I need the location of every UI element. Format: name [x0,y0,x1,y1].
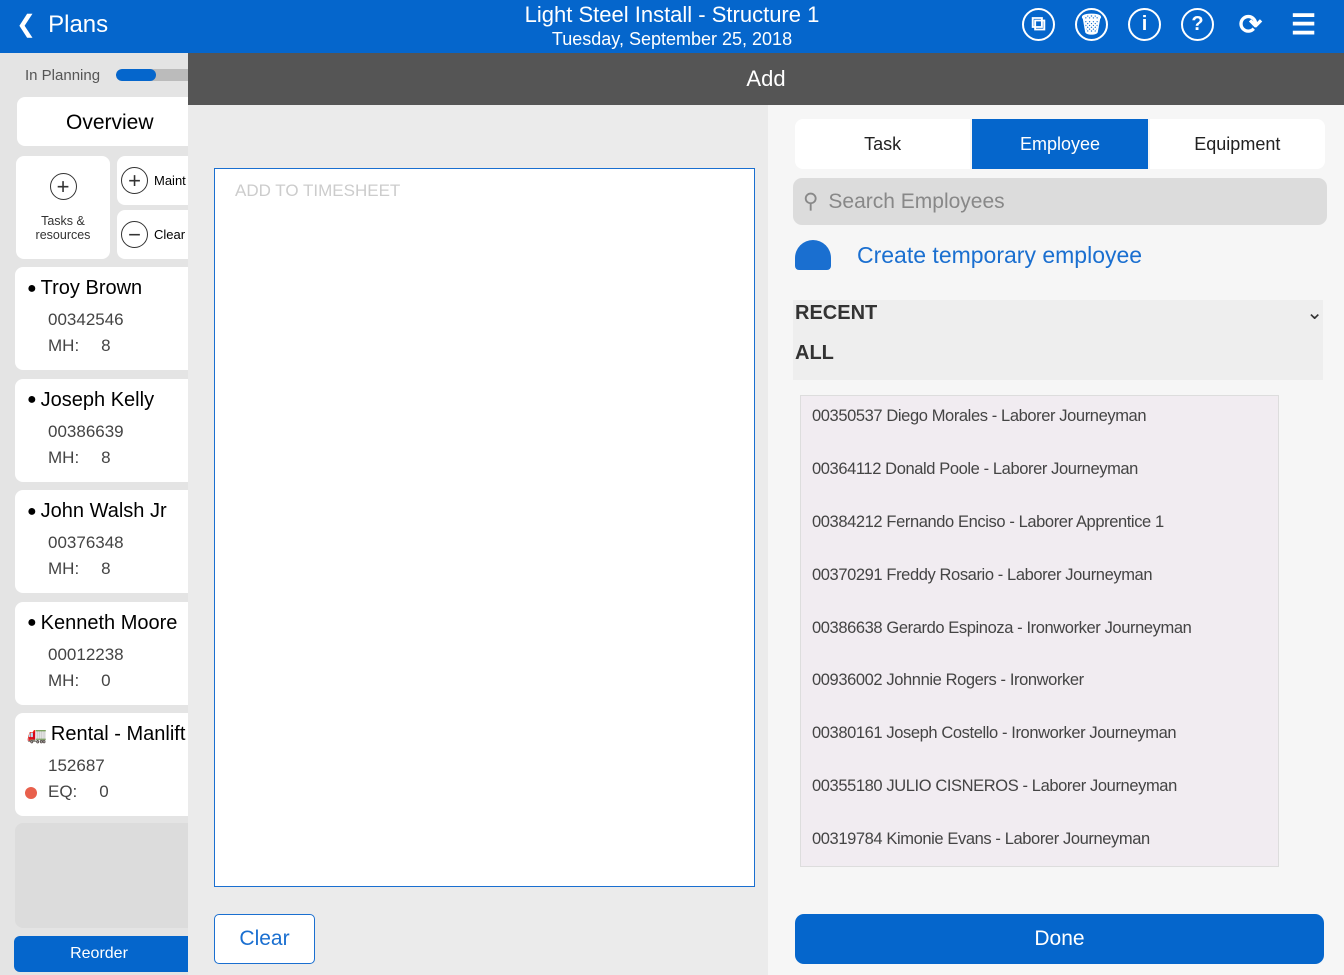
employee-list-item[interactable]: 00364112 Donald Poole - Laborer Journeym… [801,449,1278,502]
maintenance-button[interactable]: + Maint [117,156,188,205]
resource-card[interactable]: ● John Walsh Jr 00376348 MH: 8 [15,490,188,593]
reorder-button[interactable]: Reorder [14,936,188,972]
maint-label: Maint [154,173,186,188]
hours-value: 8 [101,447,111,467]
employee-list-item[interactable]: 00380161 Joseph Costello - Ironworker Jo… [801,713,1278,766]
plus-icon: + [49,173,77,200]
hours-label: MH: [48,336,80,355]
tab-employee[interactable]: Employee [972,119,1148,169]
timesheet-dropzone[interactable]: ADD TO TIMESHEET [214,168,755,887]
excavator-icon: 🚛 [27,726,47,744]
hard-hat-icon: ● [27,614,37,631]
resource-card[interactable]: ● Troy Brown 00342546 MH: 8 [15,267,188,370]
hours-value: 0 [101,670,111,690]
employee-list-item[interactable]: 00350537 Diego Morales - Laborer Journey… [801,396,1278,449]
resource-name: Kenneth Moore [40,611,178,634]
add-header: Add [188,53,1344,105]
hard-hat-icon [795,240,831,270]
hours-label: EQ: [48,782,78,801]
minus-icon: − [121,221,148,248]
employee-list-item[interactable]: 00386638 Gerardo Espinoza - Ironworker J… [801,608,1278,661]
search-input[interactable]: ⚲ Search Employees [793,178,1327,225]
hours-label: MH: [48,447,80,467]
resource-name: Rental - Manlift [50,723,186,745]
copy-add-icon[interactable]: ⧉ [1022,8,1055,41]
resource-name: John Walsh Jr [40,500,167,522]
resource-id: 00012238 [48,644,124,664]
resource-id: 00386639 [48,421,124,441]
recent-header[interactable]: RECENT [795,302,877,325]
clear-button[interactable]: − Clear l [117,210,188,259]
tab-equipment[interactable]: Equipment [1149,119,1325,169]
status-label: In Planning [25,67,101,84]
overview-button[interactable]: Overview [17,97,188,146]
filter-section: RECENT ALL ⌄ [793,300,1323,380]
top-bar: ❮ Plans Light Steel Install - Structure 1… [0,0,1344,53]
done-button[interactable]: Done [795,914,1324,964]
employee-list-item[interactable]: 00319784 Kimonie Evans - Laborer Journey… [801,819,1278,872]
resource-id: 00376348 [48,533,124,552]
tab-task[interactable]: Task [795,119,971,169]
timesheet-panel: ADD TO TIMESHEET Clear [188,105,768,975]
resource-name: Joseph Kelly [40,388,155,411]
resource-id: 152687 [48,756,105,775]
search-icon: ⚲ [803,190,819,213]
resource-card[interactable]: ● Kenneth Moore 00012238 MH: 0 [15,601,188,705]
hard-hat-icon: ● [27,502,37,520]
resource-card[interactable]: 🚛 Rental - Manlift 152687 EQ: 0 [15,713,188,816]
employee-list-item[interactable]: 00384212 Fernando Enciso - Laborer Appre… [801,502,1278,555]
status-progress [116,69,188,81]
employee-list-item[interactable]: 00355180 JULIO CISNEROS - Laborer Journe… [801,766,1278,819]
picker-panel: Task Employee Equipment ⚲ Search Employee… [768,105,1344,975]
hours-value: 0 [99,782,109,801]
all-header[interactable]: ALL [795,342,834,365]
empty-slot [15,823,188,928]
hours-value: 8 [101,336,111,355]
tasks-resources-button[interactable]: + Tasks & resources [16,156,110,259]
hours-label: MH: [48,559,80,578]
tasks-resources-label: Tasks & resources [35,214,91,242]
hard-hat-icon: ● [27,391,37,408]
plus-icon: + [121,167,148,194]
create-temporary-employee-link[interactable]: Create temporary employee [795,240,1142,270]
info-icon[interactable]: i [1128,8,1161,41]
chevron-down-icon[interactable]: ⌄ [1306,300,1323,325]
help-icon[interactable]: ? [1181,8,1214,41]
employee-list-item[interactable]: 00936002 Johnnie Rogers - Ironworker [801,660,1278,713]
trash-icon[interactable]: 🗑 [1075,8,1108,41]
resource-name: Troy Brown [40,277,143,299]
hours-label: MH: [48,670,80,690]
status-dot [25,787,37,799]
clear-timesheet-button[interactable]: Clear [214,914,315,964]
employee-list: 00350537 Diego Morales - Laborer Journey… [800,395,1279,867]
sidebar: In Planning Overview + Tasks & resources… [0,53,188,975]
create-temp-label: Create temporary employee [857,241,1143,268]
resource-id: 00342546 [48,310,124,329]
search-placeholder: Search Employees [828,189,1005,213]
hard-hat-icon: ● [27,279,37,297]
clear-label: Clear l [154,227,188,242]
hours-value: 8 [101,559,111,578]
refresh-icon[interactable]: ⟳ [1234,8,1267,41]
resource-card[interactable]: ● Joseph Kelly 00386639 MH: 8 [15,378,188,482]
menu-icon[interactable]: ☰ [1287,8,1320,41]
employee-list-item[interactable]: 00370291 Freddy Rosario - Laborer Journe… [801,555,1278,608]
